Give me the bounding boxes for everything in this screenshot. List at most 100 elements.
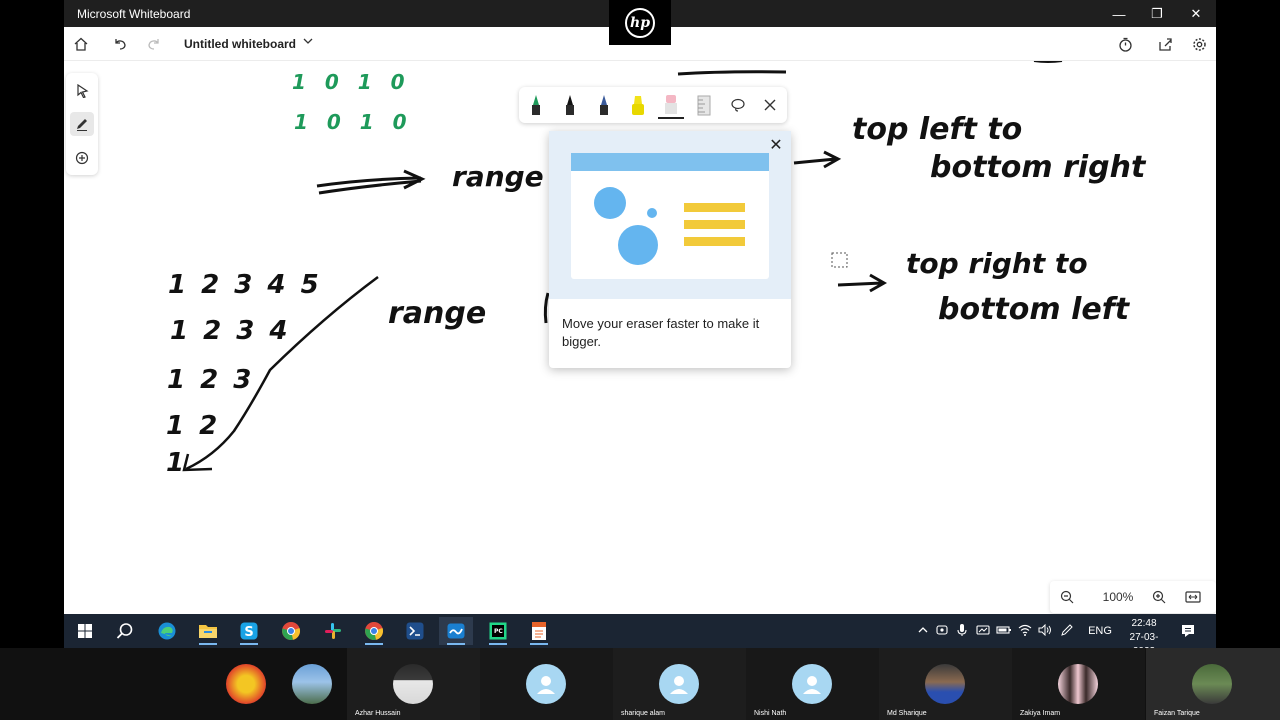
ink-range-2: range [388,296,486,331]
home-icon[interactable] [70,33,92,55]
highlighter-icon[interactable] [625,91,651,119]
ink-binary-row-2: 1 0 1 0 [294,110,413,134]
windows-start-icon[interactable] [68,617,102,645]
chevron-down-icon[interactable] [302,35,314,50]
file-explorer-icon[interactable] [191,617,225,645]
avatar [393,664,433,704]
ruler-icon[interactable] [691,91,717,119]
zoom-level[interactable]: 100% [1098,590,1138,604]
taskbar-clock[interactable]: 22:48 27-03-2023 [1126,617,1162,648]
ink-tri-row-2: 1 2 3 4 [170,316,291,346]
window-title: Microsoft Whiteboard [77,7,191,21]
participant-tile[interactable]: Azhar Hussain [347,648,480,720]
slack-icon[interactable] [316,617,350,645]
avatar [659,664,699,704]
chrome-icon[interactable] [274,617,308,645]
search-icon[interactable] [108,617,142,645]
clock-date: 27-03-2023 [1129,632,1159,648]
pycharm-icon[interactable]: PC [481,617,515,645]
gear-icon[interactable] [1188,33,1210,55]
participant-name: Faizan Tarique [1154,710,1200,717]
chrome-profile-icon[interactable] [357,617,391,645]
ink-top-left-to: top left to [852,112,1022,147]
wifi-icon[interactable] [1018,624,1032,639]
volume-icon[interactable] [1038,623,1052,639]
skype-icon[interactable]: S [232,617,266,645]
meet-now-icon[interactable] [936,624,950,639]
ink-top-right-to: top right to [906,247,1088,280]
share-icon[interactable] [1154,33,1176,55]
eraser-tip-message: Move your eraser faster to make it bigge… [562,316,760,349]
pen-menu-icon[interactable] [1060,623,1074,640]
avatar [1192,664,1232,704]
participant-tile[interactable]: Faizan Tarique [1146,648,1280,720]
minimize-icon[interactable]: — [1104,4,1134,24]
hp-logo: hp [609,0,671,45]
microphone-icon[interactable] [956,623,970,640]
pen-tray [519,87,787,123]
black-pen-icon[interactable] [557,91,583,119]
svg-text:PC: PC [494,628,503,635]
redo-icon[interactable] [143,33,165,55]
green-pen-icon[interactable] [523,91,549,119]
participant-name: Zakiya Imam [1020,710,1061,717]
ink-tri-row-4: 1 2 [166,411,220,441]
ink-bottom-left: bottom left [938,292,1131,327]
add-icon[interactable] [70,146,94,170]
eraser-tip-popup: ✕ Move your eraser faster to make it big… [549,131,791,368]
ink-range-1: range [452,160,544,193]
timer-icon[interactable] [1114,33,1136,55]
meeting-participants-strip: Azhar Hussain sharique alam Nishi Nath M… [0,648,1280,720]
notifications-icon[interactable] [1171,617,1205,645]
ink-bottom-right: bottom right [930,150,1147,185]
participant-tile[interactable]: Nishi Nath [746,648,879,720]
left-toolbar [66,73,98,175]
clock-time: 22:48 [1131,618,1157,629]
participant-tile[interactable] [480,648,613,720]
participant-tile[interactable]: sharique alam [613,648,746,720]
onedrive-icon[interactable] [976,624,990,639]
blue-pen-icon[interactable] [591,91,617,119]
fit-to-screen-icon[interactable] [1184,588,1202,606]
participant-name: Md Sharique [887,710,927,717]
ink-tri-row-5: 1 [166,448,184,478]
lasso-select-icon[interactable] [725,91,751,119]
whiteboard-title[interactable]: Untitled whiteboard [184,37,296,51]
whiteboard-app-icon[interactable] [439,617,473,645]
eraser-tip-illustration [549,131,791,299]
svg-text:S: S [244,625,253,640]
avatar [792,664,832,704]
undo-icon[interactable] [109,33,131,55]
battery-icon[interactable] [996,625,1011,638]
participant-tile[interactable]: Zakiya Imam [1012,648,1145,720]
participant-name: Azhar Hussain [355,710,401,717]
zoom-in-icon[interactable] [1150,588,1168,606]
ink-tri-row-3: 1 2 3 [167,365,254,395]
show-hidden-icons-icon[interactable] [916,625,930,638]
close-pen-tray-icon[interactable] [757,91,783,119]
avatar [925,664,965,704]
ink-tri-row-1: 1 2 3 4 5 [168,270,322,300]
avatar [226,664,266,704]
edge-browser-icon[interactable] [150,617,184,645]
language-indicator[interactable]: ENG [1086,625,1114,637]
ink-binary-row-1: 1 0 1 0 [292,70,411,94]
close-icon[interactable]: ✕ [767,136,785,154]
participant-tile[interactable]: Md Sharique [879,648,1012,720]
close-icon[interactable]: ✕ [1181,4,1211,24]
select-pointer-icon[interactable] [70,79,94,103]
restore-icon[interactable]: ❐ [1142,4,1172,24]
document-viewer-icon[interactable] [522,617,556,645]
vscode-icon[interactable] [398,617,432,645]
zoom-controls: 100% [1050,581,1216,613]
participant-name: Nishi Nath [754,710,787,717]
windows-taskbar: S PC ENG 22:48 27-03- [64,614,1216,648]
pen-tool-icon[interactable] [70,112,94,136]
avatar [1058,664,1098,704]
eraser-icon[interactable] [658,91,684,119]
participant-tile[interactable] [214,648,347,720]
whiteboard-window: Microsoft Whiteboard — ❐ ✕ hp Untitled w… [64,0,1216,648]
zoom-out-icon[interactable] [1058,588,1076,606]
avatar [526,664,566,704]
participant-name: sharique alam [621,710,665,717]
